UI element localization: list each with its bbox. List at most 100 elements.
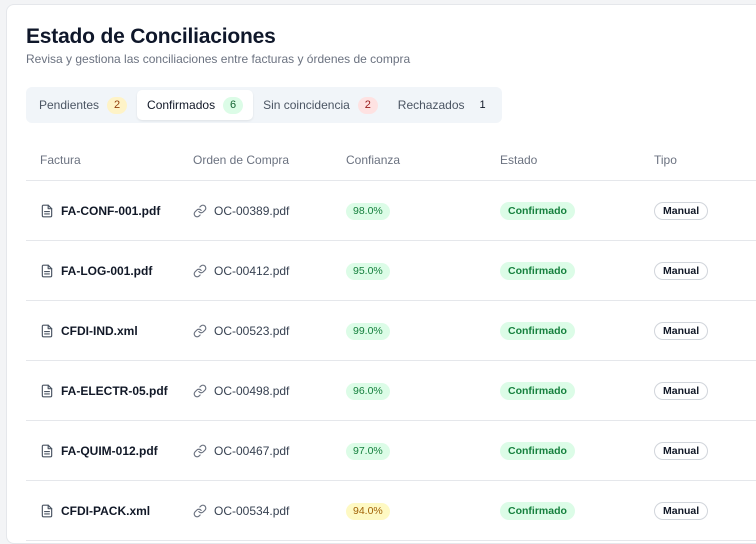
type-badge: Manual [654, 502, 709, 520]
factura-name: FA-QUIM-012.pdf [61, 444, 158, 458]
status-tabs: Pendientes 2 Confirmados 6 Sin coinciden… [26, 87, 502, 123]
file-text-icon [40, 264, 54, 278]
confianza-cell: 99.0% [346, 301, 390, 361]
type-badge: Manual [654, 322, 709, 340]
orden-cell[interactable]: OC-00467.pdf [193, 421, 289, 481]
factura-name: FA-ELECTR-05.pdf [61, 384, 168, 398]
confidence-badge: 95.0% [346, 262, 390, 280]
status-badge: Confirmado [500, 322, 575, 340]
estado-cell: Confirmado [500, 181, 575, 241]
table-row[interactable]: FA-CONF-001.pdf OC-00389.pdf 98.0% Confirma… [26, 181, 756, 241]
tipo-cell: Manual [654, 301, 709, 361]
tipo-cell: Manual [654, 181, 709, 241]
confianza-cell: 94.0% [346, 481, 390, 541]
link-icon [193, 444, 207, 458]
table-row[interactable]: FA-QUIM-012.pdf OC-00467.pdf 97.0% Confirma… [26, 421, 756, 481]
tipo-cell: Manual [654, 361, 709, 421]
tipo-cell: Manual [654, 241, 709, 301]
orden-cell[interactable]: OC-00523.pdf [193, 301, 289, 361]
table-row[interactable]: FA-LOG-001.pdf OC-00412.pdf 95.0% Confirmad… [26, 241, 756, 301]
tipo-cell: Manual [654, 421, 709, 481]
column-header-orden: Orden de Compra [193, 153, 290, 167]
confianza-cell: 96.0% [346, 361, 390, 421]
factura-name: CFDI-IND.xml [61, 324, 138, 338]
orden-name: OC-00412.pdf [214, 264, 290, 278]
table-row[interactable]: CFDI-PACK.xml OC-00534.pdf 94.0% Confirmado… [26, 481, 756, 541]
page-subtitle: Revisa y gestiona las conciliaciones ent… [26, 52, 411, 66]
link-icon [193, 204, 207, 218]
page-title: Estado de Conciliaciones [26, 25, 276, 48]
factura-cell[interactable]: FA-CONF-001.pdf [40, 181, 160, 241]
tab-sin-coincidencia[interactable]: Sin coincidencia 2 [253, 90, 388, 120]
factura-cell[interactable]: FA-LOG-001.pdf [40, 241, 152, 301]
file-text-icon [40, 504, 54, 518]
table-row[interactable]: CFDI-IND.xml OC-00523.pdf 99.0% Confirmado M… [26, 301, 756, 361]
orden-cell[interactable]: OC-00534.pdf [193, 481, 289, 541]
file-text-icon [40, 384, 54, 398]
estado-cell: Confirmado [500, 481, 575, 541]
factura-cell[interactable]: CFDI-IND.xml [40, 301, 138, 361]
orden-name: OC-00389.pdf [214, 204, 290, 218]
type-badge: Manual [654, 382, 709, 400]
orden-name: OC-00467.pdf [214, 444, 290, 458]
confianza-cell: 95.0% [346, 241, 390, 301]
tab-count-badge: 2 [107, 96, 128, 114]
status-badge: Confirmado [500, 442, 575, 460]
type-badge: Manual [654, 202, 709, 220]
confidence-badge: 99.0% [346, 322, 390, 340]
confidence-badge: 94.0% [346, 502, 390, 520]
orden-cell[interactable]: OC-00389.pdf [193, 181, 289, 241]
tab-label: Pendientes [39, 98, 100, 112]
tab-confirmados[interactable]: Confirmados 6 [137, 90, 254, 120]
column-header-confianza: Confianza [346, 153, 401, 167]
orden-name: OC-00498.pdf [214, 384, 290, 398]
tab-count-badge: 6 [223, 96, 244, 114]
column-header-tipo: Tipo [654, 153, 677, 167]
link-icon [193, 324, 207, 338]
estado-cell: Confirmado [500, 421, 575, 481]
column-header-factura: Factura [40, 153, 81, 167]
status-badge: Confirmado [500, 382, 575, 400]
column-header-estado: Estado [500, 153, 538, 167]
type-badge: Manual [654, 442, 709, 460]
orden-cell[interactable]: OC-00498.pdf [193, 361, 289, 421]
status-badge: Confirmado [500, 502, 575, 520]
status-badge: Confirmado [500, 202, 575, 220]
tab-count-badge: 1 [479, 99, 486, 111]
factura-cell[interactable]: FA-ELECTR-05.pdf [40, 361, 168, 421]
estado-cell: Confirmado [500, 241, 575, 301]
confianza-cell: 97.0% [346, 421, 390, 481]
file-text-icon [40, 324, 54, 338]
confianza-cell: 98.0% [346, 181, 390, 241]
confidence-badge: 96.0% [346, 382, 390, 400]
factura-name: CFDI-PACK.xml [61, 504, 151, 518]
confidence-badge: 98.0% [346, 202, 390, 220]
factura-name: FA-LOG-001.pdf [61, 264, 153, 278]
orden-name: OC-00523.pdf [214, 324, 290, 338]
factura-name: FA-CONF-001.pdf [61, 204, 161, 218]
tab-label: Confirmados [147, 98, 216, 112]
file-text-icon [40, 444, 54, 458]
table-row[interactable]: FA-ELECTR-05.pdf OC-00498.pdf 96.0% Confirm… [26, 361, 756, 421]
orden-cell[interactable]: OC-00412.pdf [193, 241, 289, 301]
table-header: Factura Orden de Compra Confianza Estado… [26, 145, 756, 181]
factura-cell[interactable]: CFDI-PACK.xml [40, 481, 150, 541]
estado-cell: Confirmado [500, 301, 575, 361]
tab-label: Rechazados [397, 98, 465, 112]
type-badge: Manual [654, 262, 709, 280]
estado-cell: Confirmado [500, 361, 575, 421]
tab-count-badge: 2 [357, 96, 378, 114]
status-badge: Confirmado [500, 262, 575, 280]
tab-label: Sin coincidencia [263, 98, 350, 112]
orden-name: OC-00534.pdf [214, 504, 290, 518]
tab-rechazados[interactable]: Rechazados 1 [388, 90, 503, 120]
link-icon [193, 384, 207, 398]
tipo-cell: Manual [654, 481, 709, 541]
reconciliation-card: Estado de Conciliaciones Revisa y gestio… [6, 4, 756, 544]
file-text-icon [40, 204, 54, 218]
factura-cell[interactable]: FA-QUIM-012.pdf [40, 421, 158, 481]
link-icon [193, 264, 207, 278]
tab-pendientes[interactable]: Pendientes 2 [29, 90, 137, 120]
confidence-badge: 97.0% [346, 442, 390, 460]
link-icon [193, 504, 207, 518]
